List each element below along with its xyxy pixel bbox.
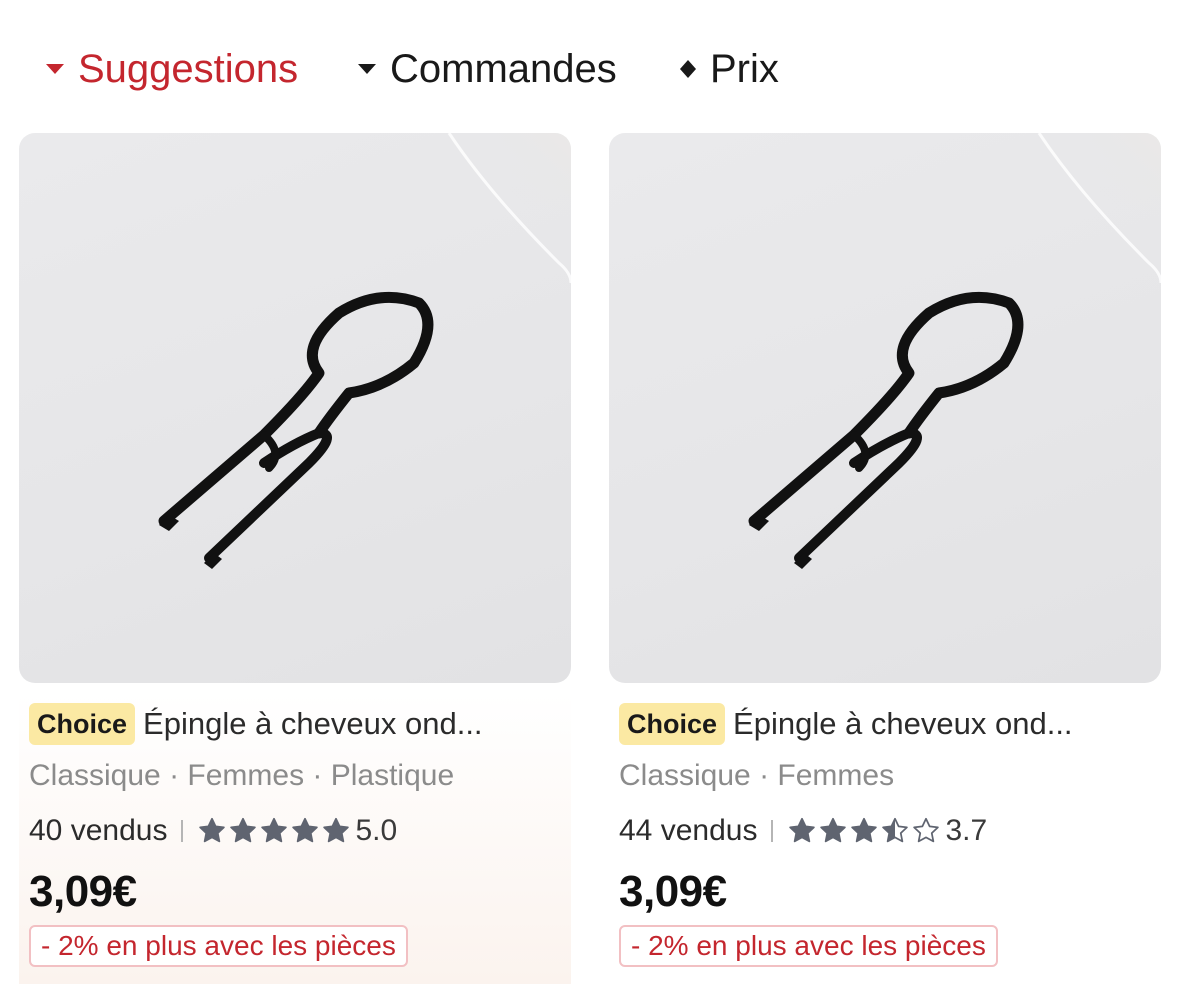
star-icon	[882, 817, 909, 843]
star-icon	[820, 817, 847, 843]
product-image[interactable]	[19, 133, 571, 683]
star-rating	[787, 816, 941, 846]
star-icon	[323, 817, 350, 843]
caret-down-icon	[46, 64, 64, 74]
star-icon	[230, 817, 257, 843]
product-meta: 40 vendus 5.0	[29, 811, 397, 851]
sold-count: 44 vendus	[619, 814, 758, 847]
star-icon	[789, 817, 816, 843]
star-icon	[261, 817, 288, 843]
star-icon	[851, 817, 878, 843]
choice-badge: Choice	[619, 703, 726, 745]
divider	[181, 820, 184, 842]
rating-value: 5.0	[355, 814, 398, 847]
product-title-row[interactable]: Choice Épingle à cheveux ond...	[29, 702, 483, 746]
choice-badge: Choice	[29, 703, 136, 745]
product-attributes: Classique · Femmes	[619, 759, 895, 792]
divider	[771, 820, 774, 842]
product-title-row[interactable]: Choice Épingle à cheveux ond...	[619, 702, 1073, 746]
star-rating	[197, 816, 351, 846]
promo-badge: - 2% en plus avec les pièces	[29, 925, 408, 967]
product-card[interactable]: Choice Épingle à cheveux ond... Classiqu…	[19, 133, 571, 984]
product-title[interactable]: Épingle à cheveux ond...	[733, 706, 1073, 742]
hairpin-image	[158, 133, 571, 569]
product-attributes: Classique · Femmes · Plastique	[29, 759, 455, 792]
hairpin-image	[748, 133, 1161, 569]
promo-badge: - 2% en plus avec les pièces	[619, 925, 998, 967]
product-price: 3,09€	[29, 867, 137, 916]
star-icon	[199, 817, 226, 843]
sort-commandes-label: Commandes	[390, 46, 617, 91]
sort-bar: Suggestions Commandes Prix	[0, 0, 1200, 132]
product-image[interactable]	[609, 133, 1161, 683]
rating-value: 3.7	[945, 814, 988, 847]
sort-suggestions-label: Suggestions	[78, 46, 299, 91]
sort-updown-icon	[680, 60, 696, 78]
sort-suggestions[interactable]: Suggestions	[46, 42, 298, 96]
product-title[interactable]: Épingle à cheveux ond...	[143, 706, 483, 742]
product-card[interactable]: Choice Épingle à cheveux ond... Classiqu…	[609, 133, 1161, 984]
caret-down-icon	[358, 64, 376, 74]
product-price: 3,09€	[619, 867, 727, 916]
product-meta: 44 vendus 3.7	[619, 811, 987, 851]
sort-commandes[interactable]: Commandes	[358, 42, 617, 96]
sold-count: 40 vendus	[29, 814, 168, 847]
star-icon	[913, 817, 940, 843]
sort-prix-label: Prix	[710, 46, 779, 91]
sort-prix[interactable]: Prix	[680, 42, 779, 96]
star-icon	[292, 817, 319, 843]
